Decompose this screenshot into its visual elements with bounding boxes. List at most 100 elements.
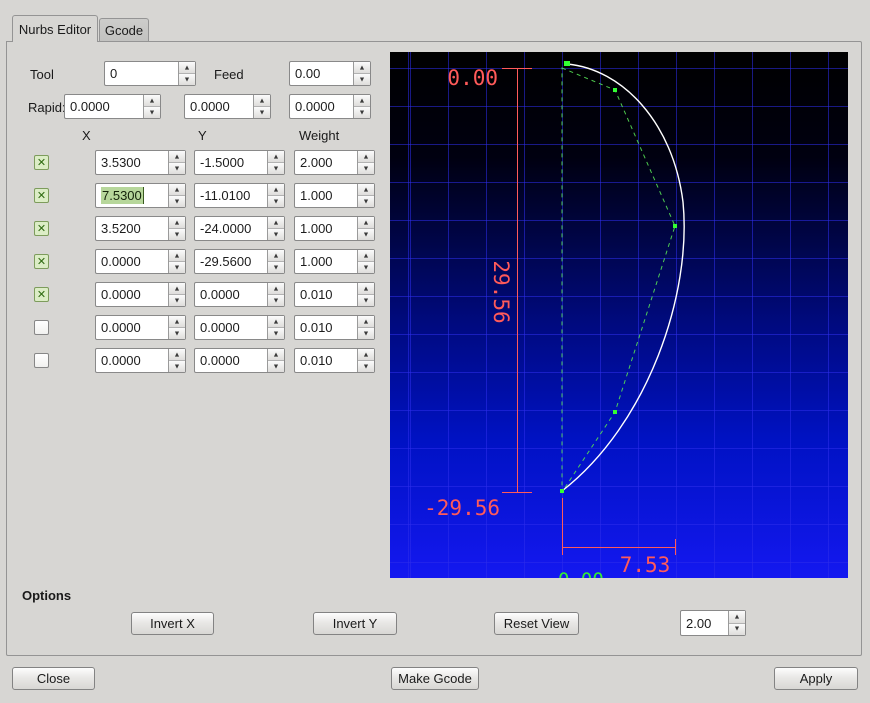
point-y-input[interactable]	[195, 283, 267, 306]
spin-up-button[interactable]: ▲	[169, 151, 185, 163]
rapid-x-spinbox[interactable]: ▲▼	[64, 94, 161, 119]
point-enable-checkbox[interactable]: ✕	[34, 155, 49, 170]
point-weight-input[interactable]	[295, 151, 357, 174]
spin-down-button[interactable]: ▼	[169, 295, 185, 306]
spin-up-button[interactable]: ▲	[358, 151, 374, 163]
spin-up-button[interactable]: ▲	[169, 316, 185, 328]
spin-up-button[interactable]: ▲	[268, 217, 284, 229]
spin-up-button[interactable]: ▲	[169, 349, 185, 361]
point-y-spinbox[interactable]: ▲▼	[194, 183, 285, 208]
point-x-spinbox[interactable]: ▲▼	[95, 348, 186, 373]
spin-down-button[interactable]: ▼	[254, 107, 270, 118]
spin-up-button[interactable]: ▲	[358, 250, 374, 262]
spin-up-button[interactable]: ▲	[358, 184, 374, 196]
point-y-spinbox[interactable]: ▲▼	[194, 348, 285, 373]
point-y-spinbox[interactable]: ▲▼	[194, 315, 285, 340]
point-x-input[interactable]: 7.5300	[96, 184, 168, 207]
spin-up-button[interactable]: ▲	[268, 316, 284, 328]
feed-spinbox[interactable]: ▲▼	[289, 61, 371, 86]
tool-spinbox[interactable]: ▲▼	[104, 61, 196, 86]
point-y-input[interactable]	[195, 349, 267, 372]
spin-up-button[interactable]: ▲	[144, 95, 160, 107]
invert-x-button[interactable]: Invert X	[131, 612, 214, 635]
point-weight-spinbox[interactable]: ▲▼	[294, 315, 375, 340]
spin-down-button[interactable]: ▼	[268, 229, 284, 240]
make-gcode-button[interactable]: Make Gcode	[391, 667, 479, 690]
point-enable-checkbox[interactable]: ✕	[34, 254, 49, 269]
point-weight-spinbox[interactable]: ▲▼	[294, 150, 375, 175]
tab-nurbs-editor[interactable]: Nurbs Editor	[12, 15, 98, 42]
spin-down-button[interactable]: ▼	[268, 163, 284, 174]
rapid-z-spinbox[interactable]: ▲▼	[289, 94, 371, 119]
spin-up-button[interactable]: ▲	[169, 217, 185, 229]
point-y-input[interactable]	[195, 184, 267, 207]
point-weight-input[interactable]	[295, 184, 357, 207]
point-weight-spinbox[interactable]: ▲▼	[294, 348, 375, 373]
spin-up-button[interactable]: ▲	[169, 184, 185, 196]
point-y-input[interactable]	[195, 151, 267, 174]
spin-down-button[interactable]: ▼	[354, 107, 370, 118]
spin-up-button[interactable]: ▲	[354, 62, 370, 74]
rapid-y-input[interactable]	[185, 95, 253, 118]
spin-up-button[interactable]: ▲	[354, 95, 370, 107]
spin-down-button[interactable]: ▼	[358, 328, 374, 339]
point-x-spinbox[interactable]: 7.5300 ▲ ▼	[95, 183, 186, 208]
spin-down-button[interactable]: ▼	[169, 163, 185, 174]
point-x-input[interactable]	[96, 283, 168, 306]
point-weight-spinbox[interactable]: ▲▼	[294, 282, 375, 307]
point-y-spinbox[interactable]: ▲▼	[194, 249, 285, 274]
close-button[interactable]: Close	[12, 667, 95, 690]
nurbs-plot[interactable]: 0.00 29.56 -29.56 7.53 0.00	[390, 52, 848, 578]
spin-up-button[interactable]: ▲	[729, 611, 745, 624]
spin-down-button[interactable]: ▼	[358, 295, 374, 306]
point-enable-checkbox[interactable]: ✕	[34, 353, 49, 368]
point-x-spinbox[interactable]: ▲▼	[95, 249, 186, 274]
point-x-spinbox[interactable]: ▲▼	[95, 216, 186, 241]
spin-up-button[interactable]: ▲	[268, 349, 284, 361]
rapid-y-spinbox[interactable]: ▲▼	[184, 94, 271, 119]
spin-up-button[interactable]: ▲	[169, 283, 185, 295]
reset-view-button[interactable]: Reset View	[494, 612, 579, 635]
spin-up-button[interactable]: ▲	[358, 349, 374, 361]
point-x-input[interactable]	[96, 250, 168, 273]
point-x-spinbox[interactable]: ▲▼	[95, 150, 186, 175]
point-weight-spinbox[interactable]: ▲▼	[294, 183, 375, 208]
point-y-input[interactable]	[195, 316, 267, 339]
spin-down-button[interactable]: ▼	[169, 328, 185, 339]
spin-down-button[interactable]: ▼	[179, 74, 195, 85]
spin-down-button[interactable]: ▼	[169, 361, 185, 372]
spin-down-button[interactable]: ▼	[358, 229, 374, 240]
point-weight-input[interactable]	[295, 283, 357, 306]
point-y-spinbox[interactable]: ▲▼	[194, 150, 285, 175]
spin-down-button[interactable]: ▼	[268, 361, 284, 372]
point-enable-checkbox[interactable]: ✕	[34, 221, 49, 236]
spin-down-button[interactable]: ▼	[268, 262, 284, 273]
point-enable-checkbox[interactable]: ✕	[34, 287, 49, 302]
spin-up-button[interactable]: ▲	[268, 151, 284, 163]
spin-down-button[interactable]: ▼	[169, 229, 185, 240]
point-x-input[interactable]	[96, 151, 168, 174]
point-enable-checkbox[interactable]: ✕	[34, 320, 49, 335]
feed-input[interactable]	[290, 62, 353, 85]
spin-up-button[interactable]: ▲	[254, 95, 270, 107]
point-weight-input[interactable]	[295, 250, 357, 273]
point-x-input[interactable]	[96, 316, 168, 339]
spin-down-button[interactable]: ▼	[268, 196, 284, 207]
spin-down-button[interactable]: ▼	[268, 295, 284, 306]
spin-up-button[interactable]: ▲	[179, 62, 195, 74]
spin-up-button[interactable]: ▲	[169, 250, 185, 262]
tab-gcode[interactable]: Gcode	[99, 18, 149, 41]
scale-spinbox[interactable]: ▲▼	[680, 610, 746, 636]
point-y-spinbox[interactable]: ▲▼	[194, 216, 285, 241]
spin-down-button[interactable]: ▼	[358, 361, 374, 372]
point-y-spinbox[interactable]: ▲▼	[194, 282, 285, 307]
spin-down-button[interactable]: ▼	[169, 262, 185, 273]
spin-up-button[interactable]: ▲	[268, 250, 284, 262]
spin-down-button[interactable]: ▼	[354, 74, 370, 85]
spin-up-button[interactable]: ▲	[268, 184, 284, 196]
spin-down-button[interactable]: ▼	[144, 107, 160, 118]
point-y-input[interactable]	[195, 217, 267, 240]
point-y-input[interactable]	[195, 250, 267, 273]
scale-input[interactable]	[681, 611, 728, 635]
spin-up-button[interactable]: ▲	[358, 283, 374, 295]
